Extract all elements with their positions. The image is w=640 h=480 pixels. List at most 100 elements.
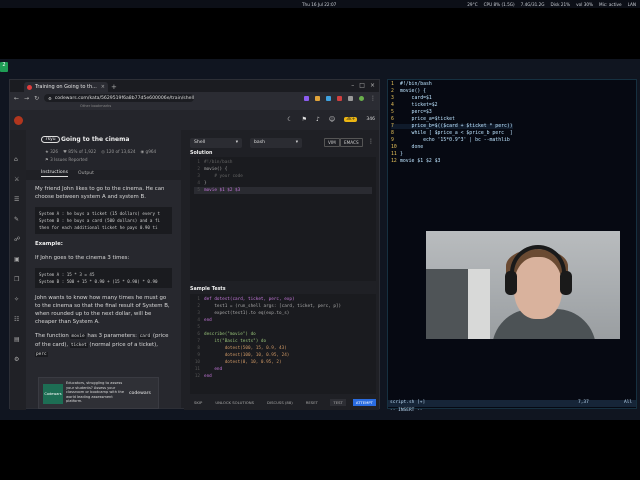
new-tab-button[interactable]: + bbox=[111, 83, 117, 91]
editor-settings-icon[interactable]: ⋮ bbox=[368, 138, 374, 145]
headphones-right-cup bbox=[560, 271, 572, 295]
extension-icon-4[interactable] bbox=[337, 95, 342, 101]
sidebar-social-icon[interactable]: ☍ bbox=[14, 236, 21, 243]
skip-button[interactable]: SKIP bbox=[191, 399, 205, 406]
version-select[interactable]: bash ▾ bbox=[250, 138, 302, 148]
tests-editor[interactable]: 1 def dotest(card, ticket, perc, exp) 2 t… bbox=[190, 294, 376, 394]
tab-close-icon[interactable]: × bbox=[101, 84, 105, 90]
stat-network: LAN bbox=[627, 1, 636, 7]
headphones-left-cup bbox=[505, 271, 517, 295]
discuss-button[interactable]: DISCUSS (88) bbox=[264, 399, 296, 406]
instructions-tabs: Instructions Output bbox=[26, 168, 181, 178]
sidebar-community-icon[interactable]: ✧ bbox=[14, 296, 21, 303]
browser-window: Training on Going to th... × + – □ × ← →… bbox=[9, 79, 380, 410]
solution-editor[interactable]: 1 #!/bin/bash 2 movie() { 3 # your code 4}… bbox=[190, 157, 376, 281]
sidebar-docs-icon[interactable]: ❐ bbox=[14, 276, 21, 283]
code-line: 6 describe("movie") do bbox=[197, 332, 256, 337]
sidebar-groups-icon[interactable]: ☷ bbox=[14, 316, 21, 323]
dark-mode-icon[interactable]: ☾ bbox=[287, 116, 292, 123]
code-line: 3 expect(test1).to eq(exp.to_s) bbox=[197, 311, 290, 316]
chevron-down-icon: ▾ bbox=[235, 140, 238, 145]
clock: Thu 16 Jul 22:07 bbox=[302, 1, 337, 7]
code-line: 1 #!/bin/bash bbox=[197, 160, 233, 165]
vim-line: 9 echo '15*0.9^3' | bc --mathlib bbox=[391, 138, 510, 143]
advertisement[interactable]: Codewars Educators, struggling to assess… bbox=[38, 377, 159, 409]
language-select[interactable]: Shell ▾ bbox=[190, 138, 242, 148]
honor-badge[interactable]: 3k+ bbox=[344, 117, 358, 122]
vim-line: 11} bbox=[391, 152, 403, 157]
solution-title: Solution bbox=[190, 151, 213, 156]
tab-title: Training on Going to th... bbox=[35, 84, 97, 90]
webcam-background-door bbox=[468, 269, 490, 339]
vim-mode: -- INSERT -- bbox=[390, 408, 423, 413]
back-icon[interactable]: ← bbox=[14, 95, 19, 102]
codewars-header: ☾ ⚑ ♪ ☺ 3k+ 346 bbox=[10, 110, 379, 130]
address-bar[interactable]: ⚙ codewars.com/kata/5629519f6a8b77d5e600… bbox=[44, 94, 195, 102]
kata-description: My friend John likes to go to the cinema… bbox=[26, 180, 181, 408]
sidebar-leaderboard-icon[interactable]: ☰ bbox=[14, 196, 21, 203]
emacs-mode-button[interactable]: EMACS bbox=[340, 138, 363, 147]
desc-paragraph-1: My friend John likes to go to the cinema… bbox=[35, 186, 165, 200]
site-info-icon[interactable]: ⚙ bbox=[48, 96, 52, 101]
desc-paragraph-4: The function movie has 3 parameters: car… bbox=[35, 333, 169, 357]
extension-icon-2[interactable] bbox=[315, 95, 320, 101]
minimize-icon[interactable]: – bbox=[351, 82, 354, 89]
stat-volume: vol 30% bbox=[576, 1, 593, 7]
code-line: 2 test1 = (run_shell args: [card, ticket… bbox=[197, 304, 342, 309]
attempt-button[interactable]: ATTEMPT bbox=[352, 398, 376, 406]
codewars-sidebar: ⌂ ⚔ ☰ ✎ ☍ ▣ ❐ ✧ ☷ ▤ ⚙ bbox=[10, 130, 26, 410]
extension-icons: ⋮ bbox=[304, 95, 376, 101]
issues-reported[interactable]: ⚑ 3 Issues Reported bbox=[45, 157, 88, 162]
sidebar-book-icon[interactable]: ▤ bbox=[14, 336, 21, 343]
vim-line: 10 done bbox=[391, 145, 424, 150]
webcam-overlay bbox=[426, 231, 620, 339]
close-window-icon[interactable]: × bbox=[370, 82, 375, 89]
kata-author[interactable]: ◉ g964 bbox=[141, 149, 157, 154]
vim-line: 12 movie $1 $2 $3 bbox=[391, 159, 441, 164]
extension-icon-1[interactable] bbox=[304, 95, 309, 101]
bookmarks-text[interactable]: Other bookmarks bbox=[80, 104, 111, 108]
vim-line: 6 price_a=$ticket bbox=[391, 117, 455, 122]
extension-icon-5[interactable] bbox=[348, 95, 353, 101]
maximize-icon[interactable]: □ bbox=[359, 82, 365, 89]
codewars-logo[interactable] bbox=[14, 116, 23, 125]
workspace-indicator[interactable]: 2 bbox=[0, 62, 8, 72]
ad-logo: Codewars bbox=[43, 384, 63, 404]
vim-mode-button[interactable]: VIM bbox=[324, 138, 340, 147]
stat-cpu: CPU 8% (1.5G) bbox=[483, 1, 515, 7]
vim-line: 3 card=$1 bbox=[391, 96, 432, 101]
browser-tab[interactable]: Training on Going to th... × bbox=[24, 82, 108, 92]
headphones-band bbox=[510, 245, 566, 275]
header-actions: ☾ ⚑ ♪ ☺ 3k+ 346 bbox=[287, 116, 375, 123]
vim-filename: script.sh [+] bbox=[390, 400, 426, 405]
action-bar: SKIP UNLOCK SOLUTIONS DISCUSS (88) RESET… bbox=[184, 396, 379, 408]
stat-disk: Disk 21% bbox=[550, 1, 571, 7]
profile-avatar[interactable] bbox=[359, 95, 364, 101]
webcam-background-shelf bbox=[426, 269, 468, 339]
vim-scroll-percent: All bbox=[624, 400, 633, 405]
window-controls: – □ × bbox=[351, 82, 375, 89]
sidebar-practice-icon[interactable]: ⚔ bbox=[14, 176, 21, 183]
tab-instructions[interactable]: Instructions bbox=[41, 170, 68, 177]
sidebar-home-icon[interactable]: ⌂ bbox=[14, 156, 21, 163]
kata-stats: ★ 326 ♥ 85% of 1,922 ◎ 120 of 13,624 ◉ g… bbox=[45, 149, 156, 154]
sidebar-settings-icon[interactable]: ⚙ bbox=[14, 356, 21, 363]
test-button[interactable]: TEST bbox=[330, 398, 346, 406]
tab-output[interactable]: Output bbox=[78, 171, 94, 176]
user-icon[interactable]: ☺ bbox=[329, 116, 335, 123]
notifications-icon[interactable]: ♪ bbox=[316, 116, 320, 123]
ad-text: Educators, struggling to assess your stu… bbox=[66, 381, 125, 404]
stat-mic: Mic: active bbox=[599, 1, 622, 7]
extension-icon-3[interactable] bbox=[326, 95, 331, 101]
forward-icon[interactable]: → bbox=[24, 95, 29, 102]
reload-icon[interactable]: ↻ bbox=[34, 95, 39, 102]
vim-line-current: 7 price_b=$(($card + $ticket * perc)) bbox=[391, 124, 513, 129]
sidebar-chat-icon[interactable]: ▣ bbox=[14, 256, 21, 263]
reset-button[interactable]: RESET bbox=[303, 399, 321, 406]
unlock-solutions-button[interactable]: UNLOCK SOLUTIONS bbox=[212, 399, 257, 406]
bookmark-icon[interactable]: ⚑ bbox=[302, 116, 307, 123]
sidebar-discuss-icon[interactable]: ✎ bbox=[14, 216, 21, 223]
menu-icon[interactable]: ⋮ bbox=[370, 95, 376, 101]
desc-paragraph-3: John wants to know how many times he mus… bbox=[35, 295, 170, 325]
kata-completions: ◎ 120 of 13,624 bbox=[101, 149, 136, 154]
